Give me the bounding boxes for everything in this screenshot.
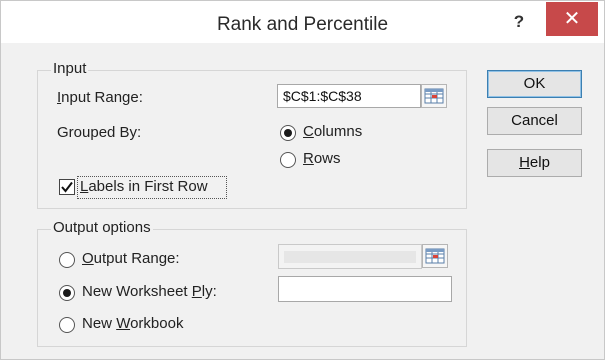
new-ply-label-accel: P <box>191 283 202 300</box>
output-range-label-accel: O <box>82 250 94 267</box>
help-question-icon[interactable]: ? <box>504 9 534 35</box>
cancel-button[interactable]: Cancel <box>487 107 582 135</box>
new-worksheet-ply-label[interactable]: New Worksheet Ply: <box>82 283 217 300</box>
new-workbook-label[interactable]: New Workbook <box>82 315 183 332</box>
input-range-label: Input Range: <box>57 89 143 106</box>
columns-radio[interactable] <box>280 125 296 141</box>
checkmark-icon <box>61 181 73 193</box>
new-ply-label-pre: New Worksheet <box>82 283 192 300</box>
close-button[interactable]: ✕ <box>546 2 598 36</box>
output-range-label-text: utput Range: <box>93 250 180 267</box>
rank-and-percentile-dialog: Rank and Percentile ? ✕ Input Input Rang… <box>0 0 605 360</box>
help-button-accel: H <box>519 154 530 171</box>
new-worksheet-ply-field[interactable] <box>278 276 452 302</box>
help-button-text: elp <box>529 154 550 171</box>
output-range-label[interactable]: Output Range: <box>82 250 180 267</box>
output-range-radio[interactable] <box>59 252 75 268</box>
help-button[interactable]: Help <box>487 149 582 177</box>
rows-label-text: ows <box>313 150 341 167</box>
columns-label[interactable]: Columns <box>303 123 362 140</box>
output-range-field[interactable] <box>278 244 422 269</box>
range-select-icon <box>424 88 444 104</box>
labels-first-row-label[interactable]: Labels in First Row <box>80 178 208 195</box>
labels-label-text: abels in First Row <box>88 178 208 195</box>
new-workbook-label-pre: New <box>82 315 117 332</box>
new-ply-label-post: ly: <box>201 283 217 300</box>
columns-label-accel: C <box>303 123 314 140</box>
input-range-label-text: nput Range: <box>61 89 143 106</box>
output-range-picker-button[interactable] <box>422 244 448 268</box>
output-range-field-fill <box>284 251 416 263</box>
columns-label-text: olumns <box>313 123 363 140</box>
close-icon: ✕ <box>563 8 581 30</box>
title-bar: Rank and Percentile ? ✕ <box>1 1 604 43</box>
rows-label[interactable]: Rows <box>303 150 341 167</box>
range-select-icon <box>425 248 445 264</box>
new-workbook-label-post: orkbook <box>130 315 184 332</box>
ok-button[interactable]: OK <box>487 70 582 98</box>
grouped-by-label: Grouped By: <box>57 124 142 141</box>
input-group-label: Input <box>51 60 89 77</box>
new-workbook-radio[interactable] <box>59 317 75 333</box>
new-workbook-label-accel: W <box>116 315 131 332</box>
input-range-field[interactable]: $C$1:$C$38 <box>277 84 421 108</box>
new-worksheet-ply-radio[interactable] <box>59 285 75 301</box>
labels-first-row-checkbox[interactable] <box>59 179 75 195</box>
rows-label-accel: R <box>303 150 314 167</box>
output-group-label: Output options <box>51 219 153 236</box>
rows-radio[interactable] <box>280 152 296 168</box>
input-range-picker-button[interactable] <box>421 84 447 108</box>
